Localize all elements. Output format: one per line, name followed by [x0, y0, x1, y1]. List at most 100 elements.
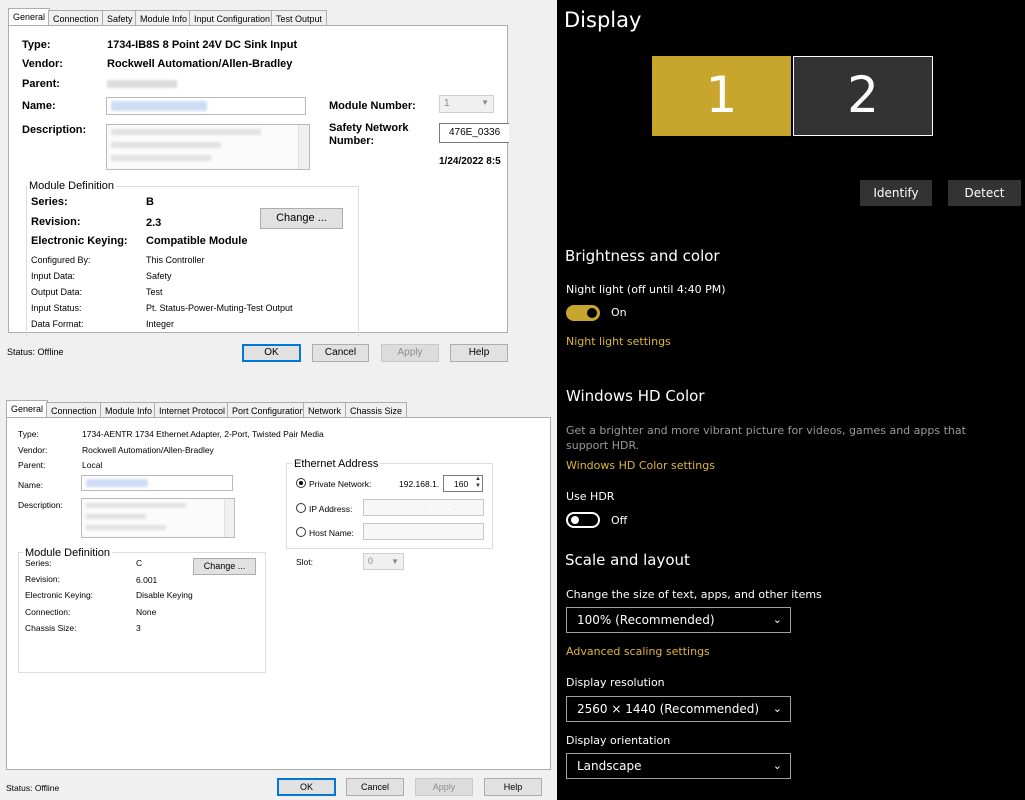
type-label: Type:	[18, 429, 39, 439]
description-label: Description:	[22, 124, 87, 136]
private-network-radio[interactable]	[296, 478, 306, 488]
apply-button[interactable]: Apply	[381, 344, 439, 362]
resolution-label: Display resolution	[566, 676, 665, 689]
module-number-select[interactable]: 1 ▼	[439, 95, 494, 113]
cancel-button[interactable]: Cancel	[346, 778, 404, 796]
identify-button[interactable]: Identify	[860, 180, 932, 206]
series-label: Series:	[25, 558, 52, 568]
parent-label: Parent:	[22, 78, 60, 90]
series-label: Series:	[31, 196, 68, 208]
vendor-value: Rockwell Automation/Allen-Bradley	[107, 58, 293, 70]
description-redacted-2	[86, 514, 146, 519]
description-redacted-1	[111, 129, 261, 135]
use-hdr-state: Off	[611, 514, 628, 527]
series-value: B	[146, 196, 154, 208]
ip-address-radio[interactable]	[296, 503, 306, 513]
tab-input-configuration[interactable]: Input Configuration	[189, 10, 276, 26]
description-scrollbar[interactable]	[298, 125, 309, 169]
parent-label: Parent:	[18, 460, 46, 470]
safety-network-label: Safety Network	[329, 122, 409, 134]
cancel-button[interactable]: Cancel	[312, 344, 369, 362]
toggle-knob	[571, 516, 579, 524]
tab-test-output[interactable]: Test Output	[271, 10, 328, 26]
tab-connection[interactable]: Connection	[46, 402, 102, 418]
configured-by-value: This Controller	[146, 255, 205, 265]
monitor-2-number: 2	[847, 66, 879, 124]
monitor-1-tile[interactable]: 1	[652, 56, 791, 136]
change-button[interactable]: Change ...	[193, 558, 256, 575]
general-panel: Type: 1734-AENTR 1734 Ethernet Adapter, …	[6, 417, 551, 770]
safety-network-date: 1/24/2022 8:5	[439, 156, 501, 167]
hd-color-settings-link[interactable]: Windows HD Color settings	[566, 459, 715, 472]
slot-select[interactable]: 0 ▼	[363, 553, 404, 570]
description-redacted-3	[111, 155, 211, 161]
module-number-value: 1	[444, 98, 450, 109]
private-network-octet-input[interactable]: 160 ▲ ▼	[443, 475, 483, 492]
advanced-scaling-link[interactable]: Advanced scaling settings	[566, 645, 710, 658]
toggle-knob	[587, 308, 597, 318]
description-redacted-3	[86, 525, 166, 530]
help-button[interactable]: Help	[450, 344, 508, 362]
monitor-2-tile[interactable]: 2	[793, 56, 933, 136]
description-scrollbar[interactable]	[224, 499, 234, 537]
orientation-dropdown[interactable]: Landscape ⌄	[566, 753, 791, 779]
private-network-prefix: 192.168.1.	[399, 479, 440, 489]
tab-chassis-size[interactable]: Chassis Size	[345, 402, 408, 418]
configured-by-label: Configured By:	[31, 255, 91, 265]
description-textarea[interactable]	[106, 124, 310, 170]
slot-label: Slot:	[296, 557, 314, 567]
slot-value: 0	[368, 556, 374, 566]
help-button[interactable]: Help	[484, 778, 542, 796]
module-definition-title: Module Definition	[27, 180, 116, 192]
description-textarea[interactable]	[81, 498, 235, 538]
ok-button[interactable]: OK	[277, 778, 336, 796]
revision-label: Revision:	[31, 216, 81, 228]
tab-connection[interactable]: Connection	[48, 10, 104, 26]
scale-value: 100% (Recommended)	[577, 613, 715, 627]
spinner-arrows-icon[interactable]: ▲ ▼	[475, 476, 481, 490]
tab-internet-protocol[interactable]: Internet Protocol	[154, 402, 231, 418]
type-value: 1734-AENTR 1734 Ethernet Adapter, 2-Port…	[82, 429, 324, 439]
safety-network-value: 476E_0336	[449, 127, 501, 138]
night-light-toggle[interactable]	[566, 305, 600, 321]
scale-dropdown[interactable]: 100% (Recommended) ⌄	[566, 607, 791, 633]
output-data-label: Output Data:	[31, 287, 83, 297]
status-text: Status: Offline	[7, 347, 64, 357]
ip-separator-dot-1: .	[394, 503, 397, 512]
tab-general[interactable]: General	[6, 400, 49, 418]
tab-general[interactable]: General	[8, 8, 51, 26]
page-title: Display	[564, 8, 642, 32]
detect-button[interactable]: Detect	[948, 180, 1021, 206]
resolution-dropdown[interactable]: 2560 × 1440 (Recommended) ⌄	[566, 696, 791, 722]
host-name-radio[interactable]	[296, 527, 306, 537]
description-label: Description:	[18, 500, 63, 510]
tab-safety[interactable]: Safety	[102, 10, 138, 26]
input-status-label: Input Status:	[31, 303, 82, 313]
apply-button[interactable]: Apply	[415, 778, 473, 796]
name-input[interactable]	[81, 475, 233, 491]
ok-button[interactable]: OK	[242, 344, 301, 362]
monitor-1-number: 1	[705, 66, 738, 124]
host-name-input[interactable]	[363, 523, 484, 540]
change-button[interactable]: Change ...	[260, 208, 343, 229]
chassis-size-value: 3	[136, 623, 141, 633]
name-input[interactable]	[106, 97, 306, 115]
safety-network-number-field[interactable]: 476E_0336	[439, 123, 509, 143]
parent-value: Local	[82, 460, 103, 470]
input-data-value: Safety	[146, 271, 172, 281]
description-redacted-2	[111, 142, 221, 148]
ip-address-input[interactable]: . . .	[363, 499, 484, 516]
scale-label: Change the size of text, apps, and other…	[566, 588, 822, 601]
tab-module-info[interactable]: Module Info	[100, 402, 158, 418]
night-light-settings-link[interactable]: Night light settings	[566, 335, 671, 348]
tab-module-info[interactable]: Module Info	[135, 10, 193, 26]
tab-port-configuration[interactable]: Port Configuration	[227, 402, 310, 418]
module-properties-dialog-2: General Connection Module Info Internet …	[6, 400, 551, 770]
data-format-label: Data Format:	[31, 319, 84, 329]
hd-color-description-1: Get a brighter and more vibrant picture …	[566, 424, 966, 437]
module-properties-dialog-1: General Connection Safety Module Info In…	[8, 8, 509, 336]
use-hdr-toggle[interactable]	[566, 512, 600, 528]
input-data-label: Input Data:	[31, 271, 76, 281]
tab-network[interactable]: Network	[303, 402, 347, 418]
chevron-down-icon: ⌄	[772, 759, 782, 772]
